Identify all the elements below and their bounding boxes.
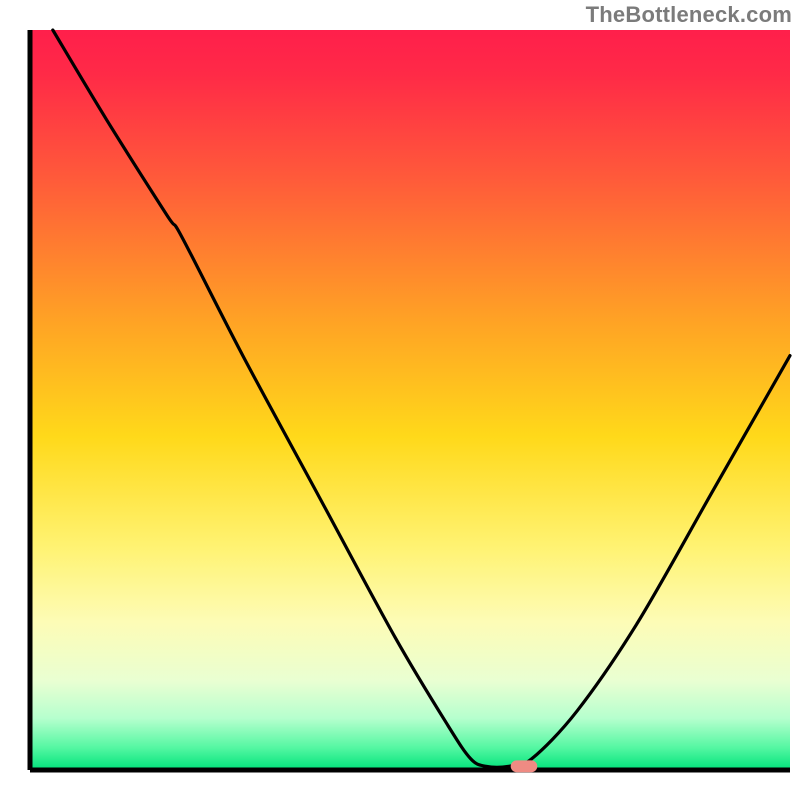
optimal-marker	[511, 760, 538, 772]
bottleneck-chart: TheBottleneck.com	[0, 0, 800, 800]
chart-svg	[0, 0, 800, 800]
gradient-background	[30, 30, 790, 770]
watermark-text: TheBottleneck.com	[586, 2, 792, 28]
